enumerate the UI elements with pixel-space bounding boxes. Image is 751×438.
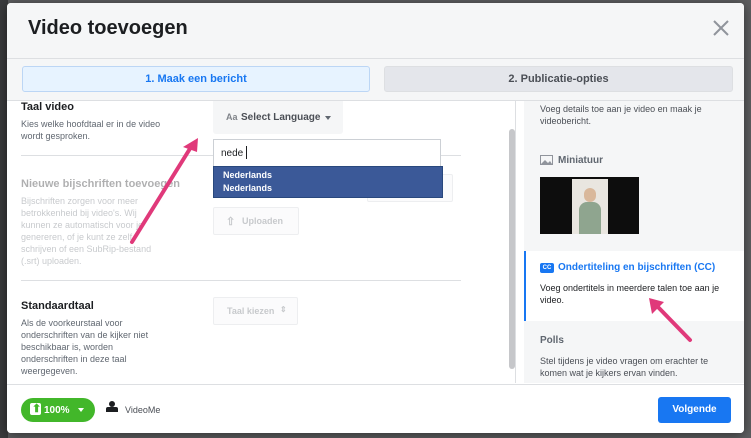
sidebar-item-captions[interactable]: CC Ondertiteling en bijschriften (CC) Vo…	[524, 251, 744, 321]
image-icon	[540, 155, 553, 165]
thumbnail-title: Miniatuur	[558, 155, 603, 166]
step-bar: 1. Maak een bericht 2. Publicatie-opties	[7, 59, 744, 101]
select-language-label: Select Language	[241, 112, 321, 123]
dialog-header: Video toevoegen	[7, 3, 744, 59]
caret-down-icon	[325, 116, 331, 120]
upload-label: Uploaden	[242, 216, 284, 226]
choose-language-button[interactable]: Taal kiezen ⇕	[213, 297, 298, 325]
settings-panel: Taal video Kies welke hoofdtaal er in de…	[7, 101, 515, 383]
sidebar-intro-text: Voeg details toe aan je video en maak je…	[540, 104, 702, 126]
upload-progress-button[interactable]: ⬆ 100%	[21, 398, 95, 422]
upload-arrow-icon: ⬆	[30, 403, 42, 415]
close-icon[interactable]	[710, 17, 732, 39]
dialog-title: Video toevoegen	[28, 17, 188, 39]
upload-button[interactable]: ⇧ Uploaden	[213, 207, 299, 235]
captions-description: Voeg ondertitels in meerdere talen toe a…	[540, 283, 720, 305]
language-dropdown-list: Nederlands Nederlands	[213, 166, 443, 198]
video-thumbnail[interactable]	[540, 177, 639, 234]
videome-logo	[104, 401, 120, 417]
choose-language-label: Taal kiezen	[227, 306, 275, 316]
polls-description: Stel tijdens je video vragen om erachter…	[540, 356, 709, 378]
tab-create-post[interactable]: 1. Maak een bericht	[22, 66, 370, 92]
section-description: Kies welke hoofdtaal er in de video word…	[21, 119, 161, 141]
tab-publish-options[interactable]: 2. Publicatie-opties	[384, 66, 733, 92]
upload-progress-value: 100%	[44, 405, 70, 416]
section-description: Als de voorkeurstaal voor onderschriften…	[21, 318, 149, 376]
uploader-name: VideoMe	[125, 405, 161, 415]
add-video-dialog: Video toevoegen 1. Maak een bericht 2. P…	[7, 3, 744, 433]
steps-sidebar: Voeg details toe aan je video en maak je…	[515, 101, 744, 383]
select-language-button[interactable]: Aa Select Language	[213, 101, 343, 134]
sidebar-inner: Voeg details toe aan je video en maak je…	[524, 101, 744, 383]
dialog-footer: ⬆ 100% VideoMe Volgende	[7, 384, 744, 433]
language-search-input[interactable]: nede	[213, 139, 441, 167]
dialog-content: Taal video Kies welke hoofdtaal er in de…	[7, 101, 744, 383]
font-icon: Aa	[226, 112, 238, 122]
language-option[interactable]: Nederlands	[223, 170, 272, 180]
next-button[interactable]: Volgende	[658, 397, 731, 423]
upload-icon: ⇧	[226, 216, 236, 228]
thumbnail-person-head	[584, 188, 596, 202]
sort-icon: ⇕	[280, 305, 287, 314]
captions-title: Ondertiteling en bijschriften (CC)	[558, 262, 716, 273]
text-cursor	[246, 146, 247, 159]
thumbnail-person-body	[579, 202, 601, 234]
sidebar-item-polls[interactable]: Polls Stel tijdens je video vragen om er…	[524, 323, 744, 383]
sidebar-intro-card: Voeg details toe aan je video en maak je…	[524, 101, 744, 139]
language-option[interactable]: Nederlands	[223, 183, 272, 193]
sidebar-item-thumbnail[interactable]: Miniatuur	[524, 141, 744, 249]
cc-icon: CC	[540, 263, 554, 273]
language-search-value: nede	[221, 148, 244, 159]
polls-title: Polls	[540, 335, 564, 346]
divider	[21, 280, 461, 281]
caret-down-icon	[78, 408, 84, 412]
section-description: Bijschriften zorgen voor meer betrokkenh…	[21, 196, 152, 266]
